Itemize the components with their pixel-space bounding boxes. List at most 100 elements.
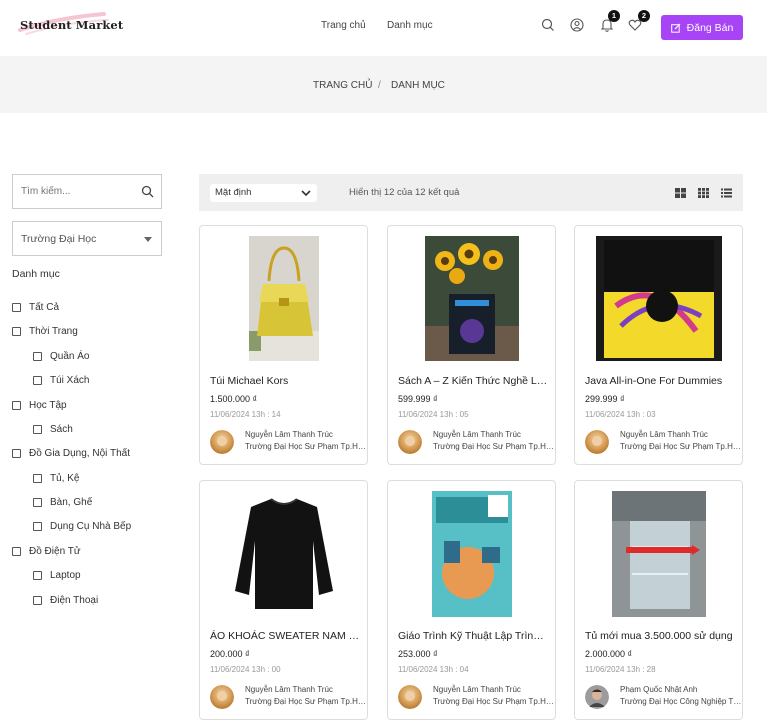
product-title[interactable]: Giáo Trình Kỹ Thuật Lập Trình C bbox=[398, 630, 548, 642]
category-label: Sách bbox=[50, 424, 73, 435]
user-icon[interactable] bbox=[569, 17, 585, 33]
checkbox[interactable] bbox=[33, 498, 42, 507]
seller-avatar bbox=[210, 685, 234, 709]
nav-category-link[interactable]: Danh mục bbox=[387, 20, 433, 31]
seller-school: Trường Đại Học Sư Phạm Tp.HCM bbox=[245, 442, 367, 451]
category-books[interactable]: Sách bbox=[33, 424, 73, 435]
university-select-value: Trường Đại Học bbox=[21, 233, 97, 245]
sell-button-label: Đăng Bán bbox=[686, 21, 734, 34]
category-kitchen[interactable]: Dụng Cụ Nhà Bếp bbox=[33, 521, 131, 532]
category-fashion[interactable]: Thời Trang bbox=[12, 326, 78, 337]
seller-avatar bbox=[398, 430, 422, 454]
category-household[interactable]: Đồ Gia Dụng, Nội Thất bbox=[12, 448, 130, 459]
product-date: 11/06/2024 13h : 00 bbox=[210, 665, 281, 674]
sell-button[interactable]: Đăng Bán bbox=[661, 15, 743, 40]
product-price: 299.999 ₫ bbox=[585, 394, 625, 404]
product-image[interactable] bbox=[229, 491, 339, 617]
seller-name: Nguyễn Lâm Thanh Trúc bbox=[433, 430, 521, 439]
checkbox[interactable] bbox=[33, 596, 42, 605]
product-date: 11/06/2024 13h : 03 bbox=[585, 410, 656, 419]
category-clothes[interactable]: Quần Áo bbox=[33, 351, 89, 362]
category-label: Học Tập bbox=[29, 400, 67, 411]
checkbox[interactable] bbox=[33, 522, 42, 531]
product-image[interactable] bbox=[612, 491, 706, 617]
category-label: Dụng Cụ Nhà Bếp bbox=[50, 521, 132, 532]
nav-home-link[interactable]: Trang chủ bbox=[321, 20, 366, 31]
product-image[interactable] bbox=[432, 491, 512, 617]
edit-icon bbox=[670, 23, 681, 33]
product-image[interactable] bbox=[596, 236, 722, 361]
checkbox[interactable] bbox=[33, 571, 42, 580]
checkbox[interactable] bbox=[33, 425, 42, 434]
seller-school: Trường Đại Học Sư Phạm Tp.HCM bbox=[433, 442, 555, 451]
notification-badge: 1 bbox=[608, 10, 620, 22]
site-header: Student Market Trang chủ Danh mục 1 2 Đă… bbox=[0, 0, 767, 56]
seller-name: Phạm Quốc Nhật Anh bbox=[620, 685, 698, 694]
checkbox[interactable] bbox=[33, 474, 42, 483]
breadcrumb: TRANG CHỦ / DANH MỤC bbox=[0, 56, 767, 113]
product-price: 599.999 ₫ bbox=[398, 394, 438, 404]
search-icon[interactable] bbox=[141, 185, 154, 198]
category-electronics[interactable]: Đồ Điện Tử bbox=[12, 546, 81, 557]
product-title[interactable]: Tủ mới mua 3.500.000 sử dụng bbox=[585, 630, 735, 642]
category-all[interactable]: Tất Cả bbox=[12, 302, 59, 313]
sort-select[interactable]: Mặt định bbox=[210, 184, 317, 202]
product-card[interactable]: ÁO KHOÁC SWEATER NAM NỮ 200.000 ₫ 11/06/… bbox=[199, 480, 368, 720]
category-phone[interactable]: Điện Thoại bbox=[33, 595, 98, 606]
category-study[interactable]: Học Tập bbox=[12, 400, 67, 411]
product-title[interactable]: ÁO KHOÁC SWEATER NAM NỮ bbox=[210, 630, 360, 642]
product-title[interactable]: Túi Michael Kors bbox=[210, 375, 360, 387]
chevron-down-icon bbox=[301, 190, 311, 197]
breadcrumb-current: DANH MỤC bbox=[391, 80, 445, 91]
sort-select-value: Mặt định bbox=[215, 187, 252, 198]
checkbox[interactable] bbox=[33, 376, 42, 385]
product-price: 253.000 ₫ bbox=[398, 649, 438, 659]
caret-down-icon bbox=[144, 237, 152, 242]
product-card[interactable]: Giáo Trình Kỹ Thuật Lập Trình C 253.000 … bbox=[387, 480, 556, 720]
product-card[interactable]: Sách A – Z Kiến Thức Nghề Lập Trình 599.… bbox=[387, 225, 556, 465]
category-cabinets[interactable]: Tủ, Kệ bbox=[33, 473, 79, 484]
university-select[interactable]: Trường Đại Học bbox=[12, 221, 162, 256]
seller-name: Nguyễn Lâm Thanh Trúc bbox=[245, 685, 333, 694]
category-bags[interactable]: Túi Xách bbox=[33, 375, 89, 386]
category-laptop[interactable]: Laptop bbox=[33, 570, 81, 581]
category-tables[interactable]: Bàn, Ghế bbox=[33, 497, 92, 508]
seller-avatar bbox=[210, 430, 234, 454]
seller-name: Nguyễn Lâm Thanh Trúc bbox=[620, 430, 708, 439]
search-input[interactable] bbox=[13, 175, 133, 208]
grid-large-icon[interactable] bbox=[675, 188, 686, 198]
seller-school: Trường Đại Học Sư Phạm Tp.HCM bbox=[245, 697, 367, 706]
product-image[interactable] bbox=[249, 236, 319, 361]
category-label: Điện Thoại bbox=[50, 595, 99, 606]
product-card[interactable]: Java All-in-One For Dummies 299.999 ₫ 11… bbox=[574, 225, 743, 465]
category-label: Đồ Điện Tử bbox=[29, 546, 81, 557]
category-label: Tủ, Kệ bbox=[50, 473, 80, 484]
checkbox[interactable] bbox=[12, 303, 21, 312]
category-label: Quần Áo bbox=[50, 351, 90, 362]
product-price: 200.000 ₫ bbox=[210, 649, 250, 659]
checkbox[interactable] bbox=[12, 401, 21, 410]
grid-small-icon[interactable] bbox=[698, 188, 709, 198]
site-logo[interactable]: Student Market bbox=[20, 18, 123, 32]
checkbox[interactable] bbox=[33, 352, 42, 361]
product-date: 11/06/2024 13h : 05 bbox=[398, 410, 469, 419]
seller-avatar bbox=[398, 685, 422, 709]
product-date: 11/06/2024 13h : 28 bbox=[585, 665, 656, 674]
checkbox[interactable] bbox=[12, 547, 21, 556]
seller-name: Nguyễn Lâm Thanh Trúc bbox=[433, 685, 521, 694]
search-icon[interactable] bbox=[540, 17, 556, 33]
product-card[interactable]: Túi Michael Kors 1.500.000 ₫ 11/06/2024 … bbox=[199, 225, 368, 465]
product-card[interactable]: Tủ mới mua 3.500.000 sử dụng 2.000.000 ₫… bbox=[574, 480, 743, 720]
product-price: 1.500.000 ₫ bbox=[210, 394, 258, 404]
product-title[interactable]: Java All-in-One For Dummies bbox=[585, 375, 735, 387]
checkbox[interactable] bbox=[12, 327, 21, 336]
checkbox[interactable] bbox=[12, 449, 21, 458]
seller-school: Trường Đại Học Sư Phạm Tp.HCM bbox=[620, 442, 742, 451]
list-view-icon[interactable] bbox=[721, 188, 732, 198]
product-price: 2.000.000 ₫ bbox=[585, 649, 633, 659]
product-title[interactable]: Sách A – Z Kiến Thức Nghề Lập Trình bbox=[398, 375, 548, 387]
product-date: 11/06/2024 13h : 04 bbox=[398, 665, 469, 674]
product-image[interactable] bbox=[425, 236, 519, 361]
category-heading: Danh mục bbox=[12, 268, 60, 280]
breadcrumb-home[interactable]: TRANG CHỦ bbox=[313, 80, 372, 91]
